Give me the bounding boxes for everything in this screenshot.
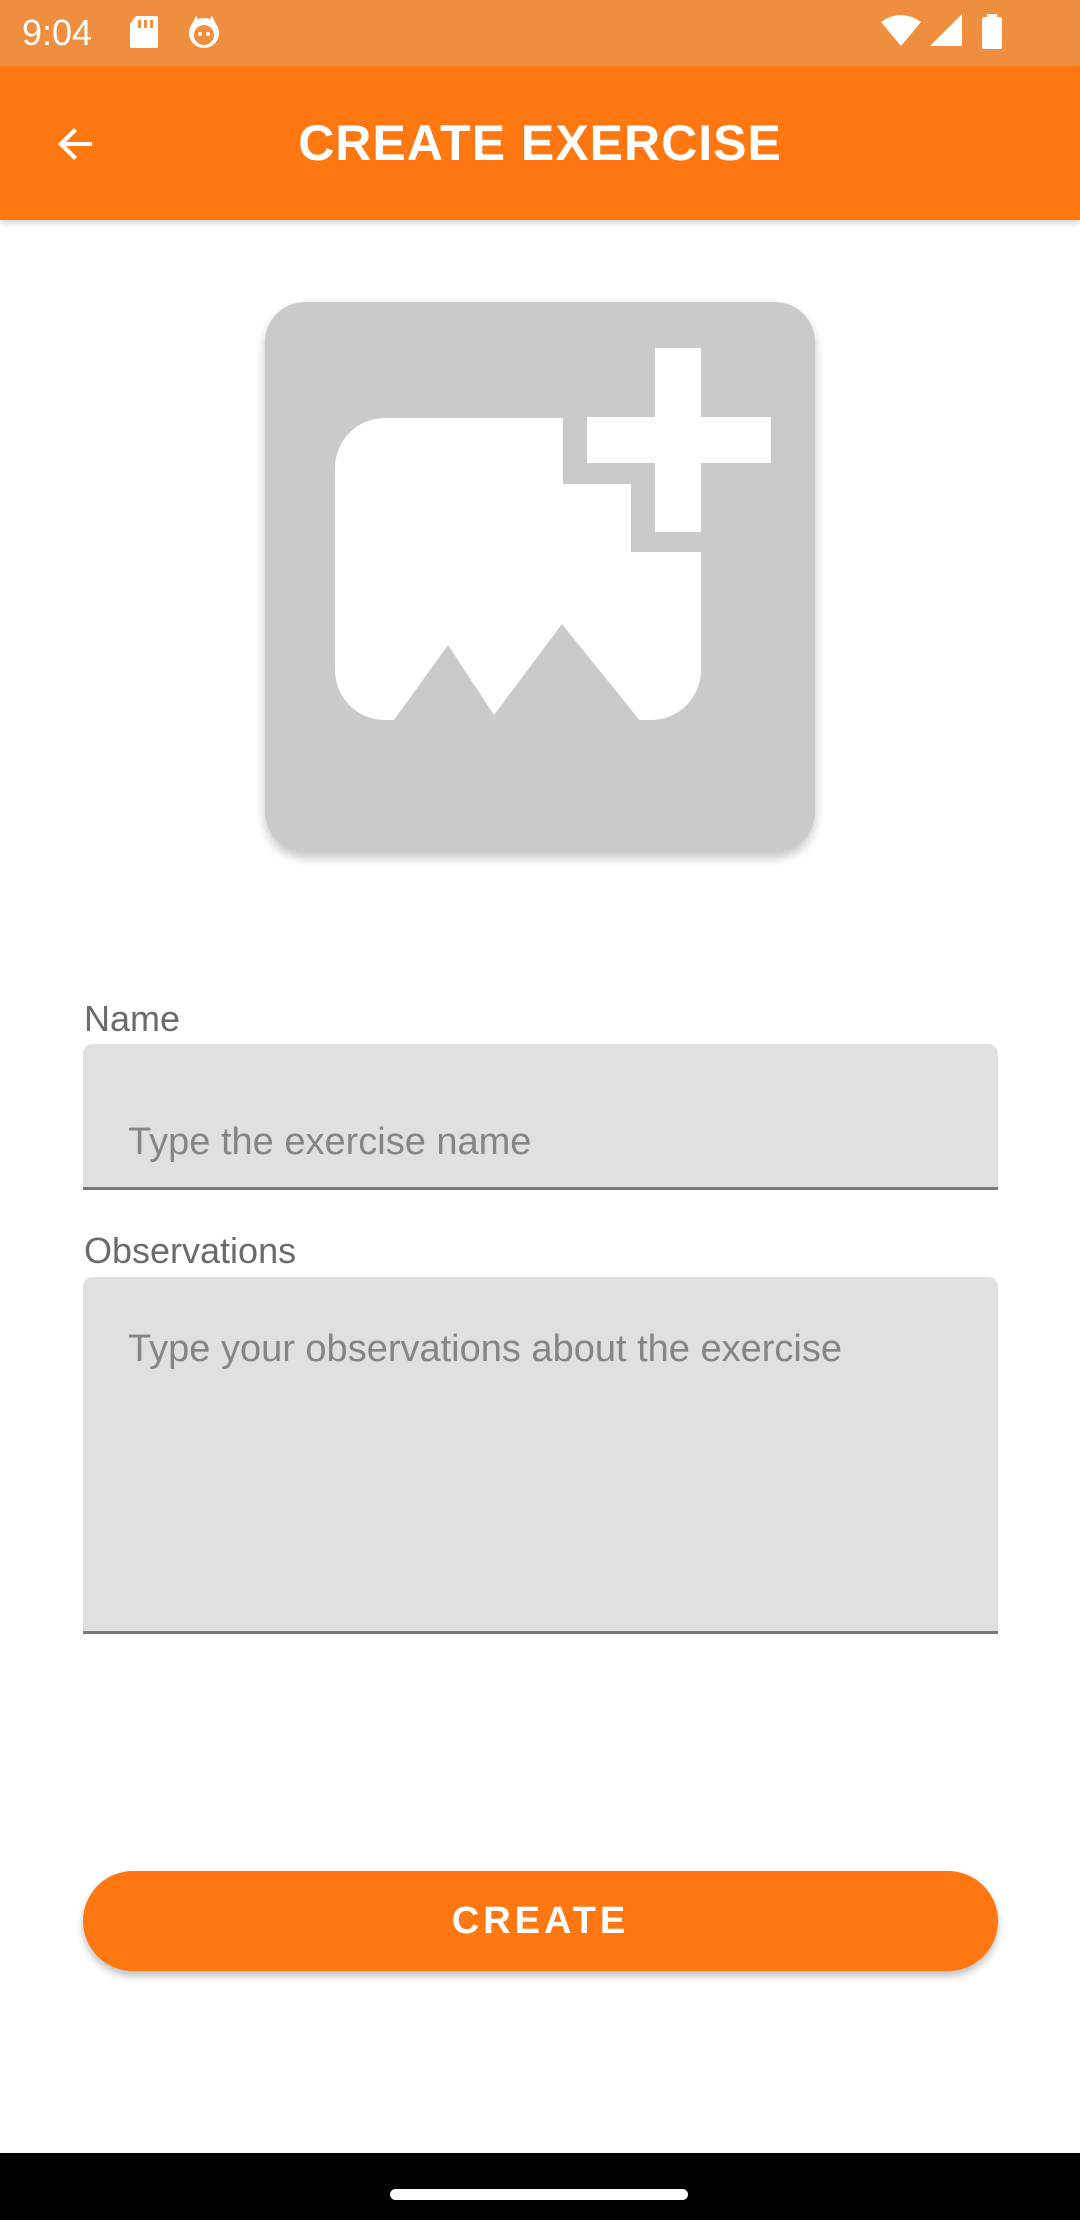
signal-icon — [928, 14, 964, 53]
exercise-name-placeholder: Type the exercise name — [128, 1121, 532, 1163]
cat-notification-icon — [186, 14, 222, 55]
observations-input[interactable]: Type your observations about the exercis… — [83, 1277, 998, 1634]
battery-icon — [980, 14, 1004, 55]
status-bar: 9:04 — [0, 0, 1080, 66]
home-indicator[interactable] — [390, 2189, 688, 2200]
name-label: Name — [84, 998, 181, 1039]
observations-placeholder: Type your observations about the exercis… — [128, 1328, 842, 1370]
wifi-icon — [880, 14, 922, 53]
create-button[interactable]: CREATE — [83, 1871, 998, 1971]
sd-card-icon — [128, 14, 160, 55]
observations-label: Observations — [84, 1230, 297, 1271]
status-time: 9:04 — [22, 12, 93, 53]
page-title: CREATE EXERCISE — [298, 115, 782, 171]
system-navigation-bar — [0, 2153, 1080, 2220]
exercise-name-input[interactable]: Type the exercise name — [83, 1044, 998, 1190]
app-bar: CREATE EXERCISE — [0, 66, 1080, 220]
image-picker-button[interactable] — [265, 302, 815, 852]
